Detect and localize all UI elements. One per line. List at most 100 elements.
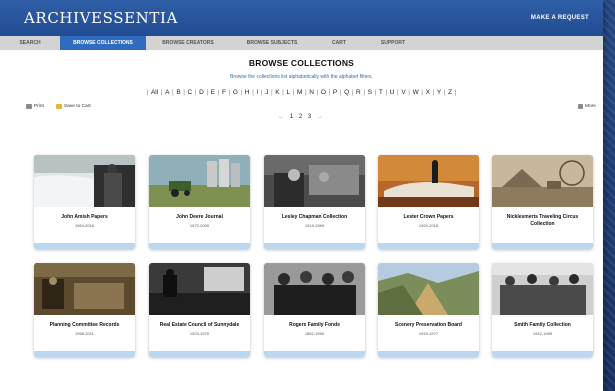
alphabet-letter-k[interactable]: K (273, 89, 283, 96)
tab-support[interactable]: SUPPORT (364, 36, 422, 50)
alphabet-letter-d[interactable]: D (197, 89, 207, 96)
collection-title: John Amish Papers (61, 214, 108, 220)
alphabet-letter-p[interactable]: P (330, 89, 340, 96)
collection-card[interactable]: Scenery Preservation Board 1915-1977 (378, 263, 479, 357)
collection-dates: 1972-2009 (189, 222, 210, 228)
collection-title: John Deere Journal (176, 214, 223, 220)
header-bar: ARCHIVESSENTIA MAKE A REQUEST (0, 0, 603, 36)
collection-card[interactable]: Lester Crown Papers 1920-2018 (378, 155, 479, 249)
alphabet-letter-t[interactable]: T (376, 89, 385, 96)
alphabet-letter-z[interactable]: Z (445, 89, 454, 96)
prev-page-button[interactable]: ← (278, 114, 286, 120)
more-label: More (585, 104, 596, 109)
collection-photo (378, 155, 479, 207)
alphabet-letter-y[interactable]: Y (434, 89, 444, 96)
card-footer (492, 351, 593, 357)
print-button[interactable]: Print (26, 104, 44, 109)
alphabet-letter-c[interactable]: C (185, 89, 195, 96)
alphabet-letter-i[interactable]: I (254, 89, 261, 96)
collection-title: Scenery Preservation Board (395, 322, 462, 328)
print-label: Print (34, 104, 44, 109)
collection-dates: 1915-1977 (418, 330, 439, 336)
collection-photo (492, 263, 593, 315)
collection-photo (149, 263, 250, 315)
pagination: ← 1 2 3 → (0, 114, 603, 120)
alphabet-letter-n[interactable]: N (307, 89, 317, 96)
card-footer (264, 351, 365, 357)
tab-browse-creators[interactable]: BROWSE CREATORS (146, 36, 230, 50)
more-button[interactable]: More (578, 104, 596, 109)
collection-dates: 1852-1950 (304, 330, 325, 336)
alphabet-letter-m[interactable]: M (294, 89, 305, 96)
page-3-link[interactable]: 3 (308, 114, 313, 120)
collection-title: Smith Family Collection (514, 322, 571, 328)
collection-dates: 1920-2018 (418, 222, 439, 228)
cart-icon (56, 104, 62, 109)
tab-browse-collections[interactable]: BROWSE COLLECTIONS (60, 36, 146, 50)
site-logo[interactable]: ARCHIVESSENTIA (24, 9, 178, 27)
collection-title: Real Estate Council of Sunnydale (159, 322, 240, 328)
alphabet-letter-x[interactable]: X (423, 89, 433, 96)
card-footer (378, 351, 479, 357)
tab-search[interactable]: SEARCH (0, 36, 60, 50)
alphabet-letter-w[interactable]: W (410, 89, 421, 96)
alphabet-letter-q[interactable]: Q (341, 89, 351, 96)
page-1-link[interactable]: 1 (290, 114, 295, 120)
collection-photo (34, 155, 135, 207)
collection-dates: 1942-1995 (532, 330, 553, 336)
collection-title: Rogers Family Fonds (289, 322, 340, 328)
alphabet-letter-v[interactable]: V (399, 89, 409, 96)
collection-card[interactable]: Real Estate Council of Sunnydale 1923-19… (149, 263, 250, 357)
collection-title: Lester Crown Papers (403, 214, 454, 220)
collection-photo (492, 155, 593, 207)
card-footer (34, 351, 135, 357)
collection-card[interactable]: Lesley Chapman Collection 1919-1969 (264, 155, 365, 249)
alphabet-letter-j[interactable]: J (263, 89, 271, 96)
alphabet-filter: | All | A | B | C | D | E | F | G | H | I | J | K | L | M | N | O | P | Q | R… (0, 89, 603, 96)
collection-title: Nicklesmerts Traveling Circus Collection (506, 214, 579, 227)
alphabet-letter-b[interactable]: B (174, 89, 184, 96)
make-request-button[interactable]: MAKE A REQUEST (531, 15, 589, 21)
printer-icon (26, 104, 32, 109)
collection-card[interactable]: John Deere Journal 1972-2009 (149, 155, 250, 249)
collection-photo (378, 263, 479, 315)
alphabet-letter-l[interactable]: L (284, 89, 293, 96)
collection-card[interactable]: John Amish Papers 1984-2016 (34, 155, 135, 249)
tab-cart[interactable]: CART (314, 36, 364, 50)
next-page-button[interactable]: → (317, 114, 325, 120)
card-footer (492, 243, 593, 249)
alphabet-letter-h[interactable]: H (242, 89, 252, 96)
collection-card[interactable]: Planning Committee Records 1958-2011 (34, 263, 135, 357)
collection-dates: 1919-1969 (304, 222, 325, 228)
card-footer (149, 243, 250, 249)
collection-card[interactable]: Rogers Family Fonds 1852-1950 (264, 263, 365, 357)
collection-dates: 1984-2016 (74, 222, 95, 228)
alphabet-separator: | (454, 89, 457, 96)
page-2-link[interactable]: 2 (299, 114, 304, 120)
card-footer (378, 243, 479, 249)
alphabet-letter-u[interactable]: U (387, 89, 397, 96)
main-content: BROWSE COLLECTIONS Browse the collection… (0, 58, 603, 120)
more-icon (578, 104, 583, 109)
alphabet-letter-s[interactable]: S (365, 89, 375, 96)
collection-photo (34, 263, 135, 315)
alphabet-letter-e[interactable]: E (208, 89, 218, 96)
collection-card[interactable]: Smith Family Collection 1942-1995 (492, 263, 593, 357)
page-subtitle: Browse the collections list alphabetical… (230, 74, 373, 80)
tab-browse-subjects[interactable]: BROWSE SUBJECTS (230, 36, 314, 50)
collection-photo (264, 155, 365, 207)
collection-card[interactable]: Nicklesmerts Traveling Circus Collection (492, 155, 593, 249)
save-to-cart-label: Save to Cart (64, 104, 91, 109)
toolbar: Print Save to Cart More (0, 102, 603, 114)
alphabet-letter-o[interactable]: O (318, 89, 328, 96)
alphabet-letter-all[interactable]: All (148, 89, 160, 96)
card-footer (264, 243, 365, 249)
alphabet-letter-g[interactable]: G (230, 89, 240, 96)
card-footer (149, 351, 250, 357)
alphabet-letter-r[interactable]: R (353, 89, 363, 96)
alphabet-letter-f[interactable]: F (219, 89, 228, 96)
collection-dates: 1923-1970 (189, 330, 210, 336)
collection-title: Lesley Chapman Collection (281, 214, 348, 220)
alphabet-letter-a[interactable]: A (162, 89, 172, 96)
save-to-cart-button[interactable]: Save to Cart (56, 104, 91, 109)
